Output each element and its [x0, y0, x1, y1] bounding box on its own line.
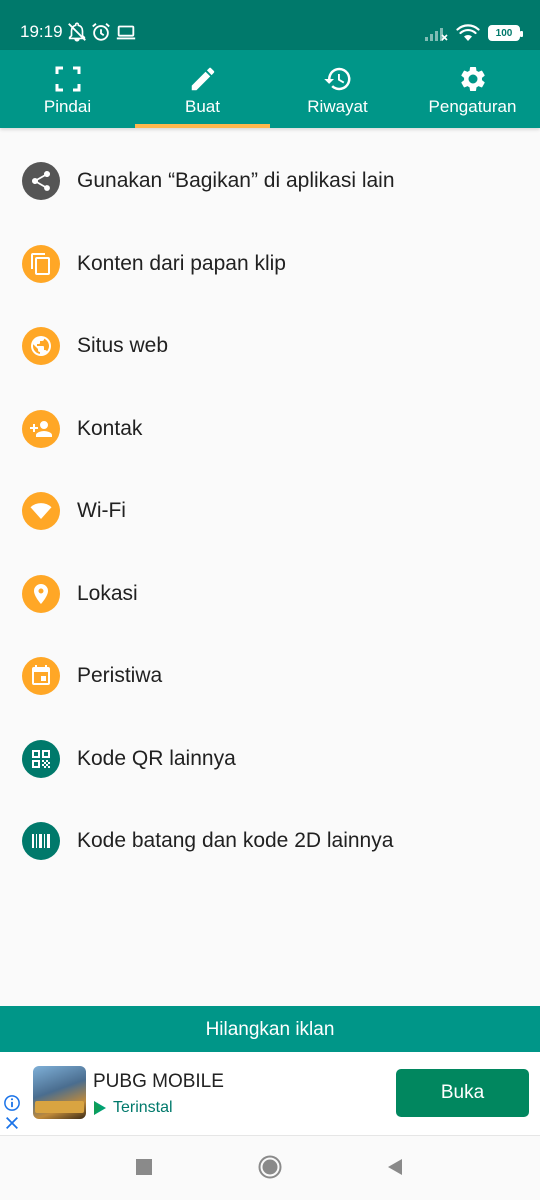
battery-indicator: 100: [488, 25, 523, 41]
tab-history[interactable]: Riwayat: [270, 50, 405, 128]
menu-item-label: Kode batang dan kode 2D lainnya: [77, 829, 394, 852]
ad-app-title: PUBG MOBILE: [93, 1071, 224, 1092]
tab-settings[interactable]: Pengaturan: [405, 50, 540, 128]
wifi-status-icon: [456, 24, 480, 41]
tab-scan[interactable]: Pindai: [0, 50, 135, 128]
signal-icon: [425, 28, 448, 41]
recents-icon[interactable]: [133, 1156, 155, 1178]
menu-item-event[interactable]: Peristiwa: [0, 635, 540, 717]
clipboard-copy-icon: [22, 245, 60, 283]
globe-icon: [22, 327, 60, 365]
share-icon: [22, 162, 60, 200]
status-bar: 19:19 100: [0, 0, 540, 50]
menu-item-clipboard[interactable]: Konten dari papan klip: [0, 223, 540, 305]
menu-item-share[interactable]: Gunakan “Bagikan” di aplikasi lain: [0, 140, 540, 222]
home-icon[interactable]: [258, 1155, 282, 1179]
gear-icon: [460, 67, 485, 91]
menu-item-label: Peristiwa: [77, 664, 163, 687]
notifications-off-icon: [68, 22, 86, 42]
ad-install-status: Terinstal: [93, 1098, 173, 1118]
menu-item-website[interactable]: Situs web: [0, 305, 540, 387]
wifi-icon: [22, 492, 60, 530]
ad-info-icon[interactable]: [3, 1094, 21, 1112]
tab-create[interactable]: Buat: [135, 50, 270, 128]
menu-item-label: Situs web: [77, 334, 169, 357]
menu-item-qr-code[interactable]: Kode QR lainnya: [0, 718, 540, 800]
menu-item-label: Gunakan “Bagikan” di aplikasi lain: [77, 169, 395, 192]
app-screen: 19:19 100 Pindai Buat Riwayat Pengaturan…: [0, 0, 540, 1200]
scan-frame-icon: [55, 66, 80, 92]
battery-level: 100: [495, 27, 513, 39]
menu-item-label: Kode QR lainnya: [77, 747, 236, 770]
menu-item-label: Wi-Fi: [77, 499, 126, 522]
tab-create-label: Buat: [185, 97, 220, 116]
menu-item-label: Lokasi: [77, 582, 138, 605]
add-person-icon: [22, 410, 60, 448]
tab-bar: Pindai Buat Riwayat Pengaturan: [0, 50, 540, 128]
calendar-icon: [22, 657, 60, 695]
back-icon[interactable]: [384, 1156, 406, 1178]
tab-history-label: Riwayat: [307, 97, 368, 116]
ad-app-thumbnail: [33, 1066, 86, 1119]
menu-item-contact[interactable]: Kontak: [0, 388, 540, 470]
menu-item-label: Konten dari papan klip: [77, 252, 286, 275]
location-pin-icon: [22, 575, 60, 613]
status-time: 19:19: [20, 22, 63, 41]
remove-ads-button[interactable]: Hilangkan iklan: [0, 1006, 540, 1052]
ad-close-icon[interactable]: [4, 1115, 20, 1131]
ad-open-button[interactable]: Buka: [396, 1069, 529, 1117]
ad-banner[interactable]: PUBG MOBILE Terinstal Buka: [0, 1052, 540, 1136]
tab-scan-label: Pindai: [43, 97, 92, 116]
ad-thumbnail-logo: [35, 1101, 84, 1113]
ad-status-label: Terinstal: [113, 1099, 173, 1116]
qr-code-icon: [22, 740, 60, 778]
menu-item-barcode[interactable]: Kode batang dan kode 2D lainnya: [0, 800, 540, 882]
history-icon: [323, 67, 350, 91]
play-store-icon: [94, 1101, 106, 1115]
status-right-group: 100: [424, 22, 523, 44]
menu-item-location[interactable]: Lokasi: [0, 553, 540, 635]
system-nav-bar: [0, 1136, 540, 1200]
laptop-icon: [116, 25, 136, 40]
selected-tab-indicator: [135, 124, 270, 128]
barcode-icon: [22, 822, 60, 860]
menu-item-wifi[interactable]: Wi-Fi: [0, 470, 540, 552]
tab-settings-label: Pengaturan: [428, 97, 517, 116]
menu-item-label: Kontak: [77, 417, 143, 440]
pencil-icon: [191, 67, 214, 91]
alarm-icon: [92, 23, 110, 41]
